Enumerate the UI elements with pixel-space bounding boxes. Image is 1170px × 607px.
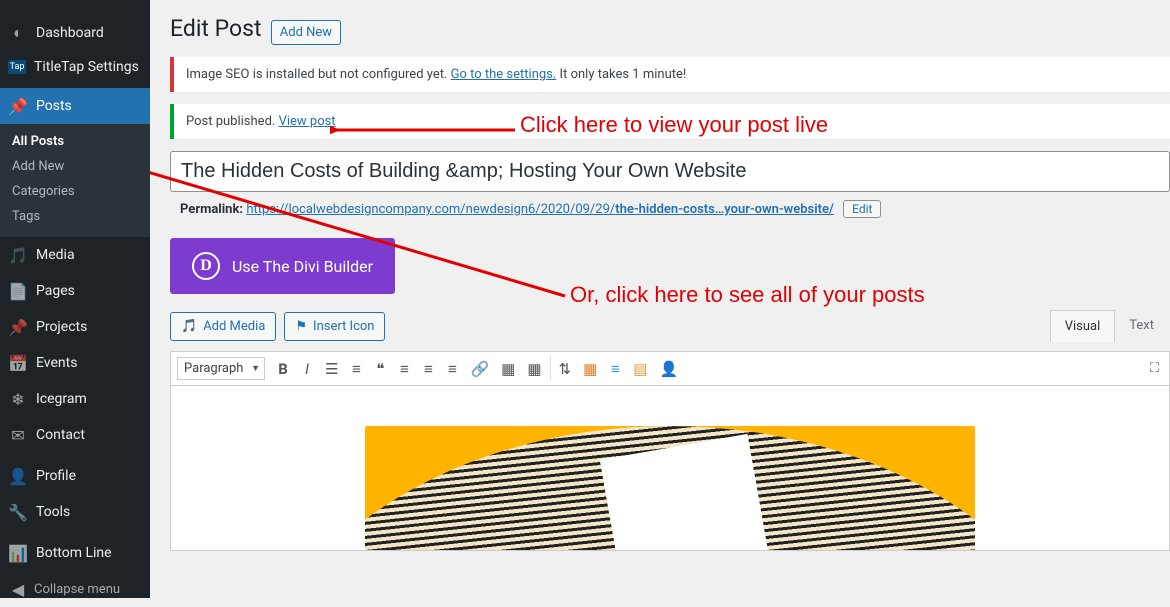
mail-icon: ✉ <box>8 425 28 445</box>
post-title-input[interactable] <box>170 151 1170 192</box>
titletap-icon: Tap <box>8 60 26 74</box>
sidebar-item-media[interactable]: 🎵 Media <box>0 237 150 273</box>
permalink-label: Permalink: <box>180 202 243 217</box>
media-icon: 🎵 <box>8 245 28 265</box>
add-new-button[interactable]: Add New <box>271 20 341 45</box>
collapse-icon: ◀ <box>8 579 28 599</box>
quote-button[interactable]: ❝ <box>368 354 392 384</box>
sidebar-label: Icegram <box>36 391 87 407</box>
sidebar-subitem-add-new[interactable]: Add New <box>0 154 150 179</box>
sidebar-label: Media <box>36 247 75 263</box>
notice-published: Post published. View post <box>170 104 1170 139</box>
align-left-button[interactable]: ≡ <box>392 354 416 384</box>
tab-visual[interactable]: Visual <box>1050 310 1116 342</box>
admin-sidebar: ◐ Dashboard Tap TitleTap Settings 📌 Posts A… <box>0 0 150 598</box>
annotation-2: Or, click here to see all of your posts <box>570 282 925 308</box>
numbered-list-button[interactable]: ≡ <box>344 354 368 384</box>
insert-more-button[interactable]: ▦ <box>495 354 521 384</box>
notice-imageseo: Image SEO is installed but not configure… <box>170 57 1170 92</box>
projects-icon: 📌 <box>8 317 28 337</box>
insert-icon-button[interactable]: ⚑Insert Icon <box>284 312 385 341</box>
collapse-label: Collapse menu <box>34 582 120 597</box>
sidebar-item-posts[interactable]: 📌 Posts <box>0 88 150 124</box>
post-featured-image <box>365 426 975 551</box>
color-button-1[interactable]: ▦ <box>577 354 603 384</box>
pages-icon: 📄 <box>8 281 28 301</box>
toolbar-toggle-button[interactable]: ▦ <box>521 354 547 384</box>
main-content: Edit Post Add New Image SEO is installed… <box>150 0 1170 598</box>
flag-icon: ⚑ <box>295 319 307 334</box>
sidebar-item-dashboard[interactable]: ◐ Dashboard <box>0 15 150 51</box>
sidebar-item-contact[interactable]: ✉ Contact <box>0 417 150 453</box>
italic-button[interactable]: I <box>295 354 319 384</box>
align-right-button[interactable]: ≡ <box>440 354 464 384</box>
sidebar-subitem-categories[interactable]: Categories <box>0 179 150 204</box>
view-post-link[interactable]: View post <box>279 114 336 129</box>
sidebar-label: Projects <box>36 319 87 335</box>
link-button[interactable]: 🔗 <box>464 354 495 384</box>
divi-label: Use The Divi Builder <box>232 257 373 276</box>
sidebar-label: Pages <box>36 283 75 299</box>
color-button-2[interactable]: ≡ <box>603 354 627 384</box>
sidebar-label: Posts <box>36 98 72 114</box>
media-icon: 🎵 <box>181 319 197 334</box>
shortcode-button[interactable]: ⇅ <box>553 354 578 384</box>
edit-permalink-button[interactable]: Edit <box>843 200 881 218</box>
calendar-icon: 📅 <box>8 353 28 373</box>
sidebar-label: TitleTap Settings <box>34 59 139 75</box>
notice-text: It only takes 1 minute! <box>556 67 686 82</box>
divi-icon: D <box>192 252 220 280</box>
sidebar-item-profile[interactable]: 👤 Profile <box>0 458 150 494</box>
sidebar-label: Profile <box>36 468 76 484</box>
divi-builder-button[interactable]: D Use The Divi Builder <box>170 238 395 294</box>
posts-submenu: All Posts Add New Categories Tags <box>0 124 150 237</box>
sidebar-item-icegram[interactable]: ❄ Icegram <box>0 381 150 417</box>
sidebar-item-pages[interactable]: 📄 Pages <box>0 273 150 309</box>
page-title: Edit Post <box>170 15 262 42</box>
sidebar-label: Tools <box>36 504 70 520</box>
sidebar-item-tools[interactable]: 🔧 Tools <box>0 494 150 530</box>
format-select[interactable]: Paragraph <box>177 357 265 380</box>
notice-text: Post published. <box>186 114 279 129</box>
bullet-list-button[interactable]: ☰ <box>319 354 344 384</box>
dashboard-icon: ◐ <box>8 23 28 43</box>
align-center-button[interactable]: ≡ <box>416 354 440 384</box>
user-icon: 👤 <box>8 466 28 486</box>
sidebar-label: Bottom Line <box>36 545 112 561</box>
sidebar-label: Dashboard <box>36 25 104 41</box>
notice-settings-link[interactable]: Go to the settings. <box>451 67 557 82</box>
sidebar-label: Events <box>36 355 77 371</box>
chart-icon: 📊 <box>8 543 28 563</box>
user-button[interactable]: 👤 <box>653 354 684 384</box>
editor-toolbar: Paragraph B I ☰ ≡ ❝ ≡ ≡ ≡ 🔗 ▦ ▦ ⇅ ▦ ≡ ▤ … <box>170 351 1170 386</box>
pin-icon: 📌 <box>8 96 28 116</box>
sidebar-label: Contact <box>36 427 85 443</box>
color-button-3[interactable]: ▤ <box>627 354 653 384</box>
permalink-row: Permalink: https://localwebdesigncompany… <box>180 200 1170 218</box>
collapse-menu[interactable]: ◀ Collapse menu <box>0 571 150 607</box>
sidebar-subitem-all-posts[interactable]: All Posts <box>0 129 150 154</box>
permalink-link[interactable]: https://localwebdesigncompany.com/newdes… <box>246 202 834 217</box>
sidebar-item-projects[interactable]: 📌 Projects <box>0 309 150 345</box>
sidebar-item-titletap[interactable]: Tap TitleTap Settings <box>0 51 150 83</box>
sidebar-item-events[interactable]: 📅 Events <box>0 345 150 381</box>
wrench-icon: 🔧 <box>8 502 28 522</box>
tab-text[interactable]: Text <box>1115 310 1168 342</box>
bold-button[interactable]: B <box>271 354 295 384</box>
icegram-icon: ❄ <box>8 389 28 409</box>
notice-text: Image SEO is installed but not configure… <box>186 67 451 82</box>
sidebar-subitem-tags[interactable]: Tags <box>0 204 150 229</box>
fullscreen-button[interactable]: ⛶ <box>1140 355 1169 382</box>
add-media-button[interactable]: 🎵Add Media <box>170 312 276 341</box>
sidebar-item-bottom-line[interactable]: 📊 Bottom Line <box>0 535 150 571</box>
editor-content[interactable] <box>170 386 1170 551</box>
